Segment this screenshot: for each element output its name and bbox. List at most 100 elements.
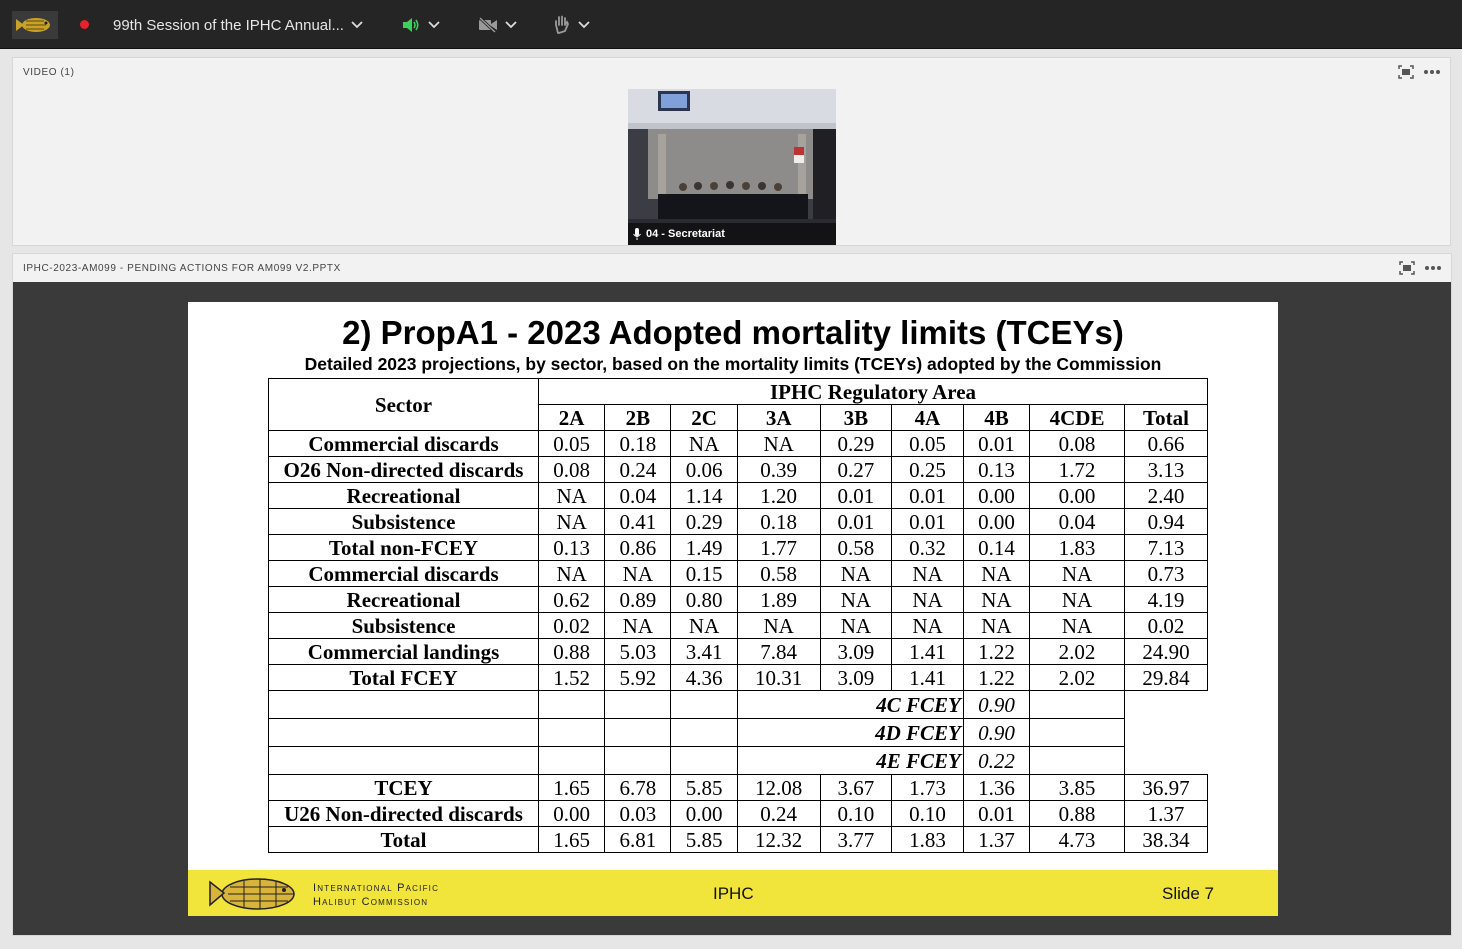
slide-footer: International Pacific Halibut Commission…: [188, 870, 1278, 916]
fullscreen-icon[interactable]: [1398, 65, 1414, 79]
recording-indicator-icon: [80, 20, 89, 29]
column-header: 4B: [962, 404, 1031, 431]
fcey-value: 0.22: [962, 746, 1031, 775]
table-cell: 0.01: [891, 482, 964, 509]
speaker-icon: [403, 18, 419, 32]
fullscreen-icon[interactable]: [1399, 261, 1415, 275]
table-cell: 0.05: [891, 430, 964, 457]
halibut-logo-icon[interactable]: [12, 11, 58, 39]
more-options-icon[interactable]: [1425, 265, 1441, 271]
table-cell: 2.02: [1029, 664, 1126, 691]
raise-hand-button[interactable]: [553, 14, 590, 36]
table-cell: 0.02: [537, 612, 606, 639]
table-cell: 3.67: [819, 774, 893, 801]
table-row: Subsistence NA 0.41 0.29 0.18 0.01 0.01 0.00 0.0…: [268, 508, 1208, 535]
table-cell: 0.73: [1124, 560, 1208, 587]
table-cell: 0.13: [537, 534, 606, 561]
table-cell: 1.41: [891, 638, 964, 665]
column-header: 2B: [604, 404, 672, 431]
table-cell: 3.77: [819, 826, 893, 853]
table-cell: 5.85: [670, 774, 738, 801]
table-cell: NA: [670, 612, 738, 639]
table-cell: 1.89: [736, 586, 821, 613]
fcey-subrow: 4C FCEY 0.90: [268, 690, 1208, 719]
table-cell: 0.04: [1029, 508, 1126, 535]
sector-label: Subsistence: [268, 508, 539, 535]
table-cell: 0.18: [604, 430, 672, 457]
chevron-down-icon: [351, 21, 363, 29]
table-cell: 1.83: [1029, 534, 1126, 561]
column-header: 4CDE: [1029, 404, 1126, 431]
sector-label: Recreational: [268, 586, 539, 613]
table-cell: 1.65: [537, 826, 606, 853]
empty-cell: [1029, 690, 1126, 719]
table-cell: 0.24: [604, 456, 672, 483]
microphone-icon: [633, 228, 641, 240]
table-cell: 0.08: [537, 456, 606, 483]
table-cell: 0.88: [537, 638, 606, 665]
table-cell: 0.00: [537, 800, 606, 827]
share-panel-label: IPHC-2023-AM099 - PENDING ACTIONS FOR AM…: [23, 263, 341, 274]
table-cell: 5.03: [604, 638, 672, 665]
table-cell: 1.14: [670, 482, 738, 509]
table-cell: 1.52: [537, 664, 606, 691]
table-cell: 38.34: [1124, 826, 1208, 853]
footer-center-text: IPHC: [713, 884, 754, 903]
empty-cell: [604, 746, 672, 775]
fcey-subrow: 4E FCEY 0.22: [268, 746, 1208, 775]
table-cell: 29.84: [1124, 664, 1208, 691]
share-panel-tools: [1399, 261, 1441, 275]
table-cell: 36.97: [1124, 774, 1208, 801]
table-cell: 4.19: [1124, 586, 1208, 613]
camera-off-icon: [478, 17, 497, 33]
table-cell: 6.78: [604, 774, 672, 801]
fcey-label: 4E FCEY: [820, 746, 964, 775]
table-cell: 0.01: [962, 800, 1031, 827]
empty-cell: [604, 718, 672, 747]
table-cell: NA: [891, 612, 964, 639]
empty-cell: [1029, 718, 1126, 747]
top-bar: 99th Session of the IPHC Annual...: [0, 0, 1462, 49]
meeting-title-dropdown[interactable]: 99th Session of the IPHC Annual...: [113, 14, 363, 36]
table-cell: 1.41: [891, 664, 964, 691]
table-cell: 0.62: [537, 586, 606, 613]
table-cell: 0.01: [819, 508, 893, 535]
table-cell: NA: [670, 430, 738, 457]
table-cell: NA: [604, 560, 672, 587]
table-cell: 7.13: [1124, 534, 1208, 561]
table-cell: 0.00: [962, 482, 1031, 509]
table-row: O26 Non-directed discards 0.08 0.24 0.06 0.3…: [268, 456, 1208, 483]
table-cell: 0.27: [819, 456, 893, 483]
table-cell: 0.06: [670, 456, 738, 483]
table-cell: 5.92: [604, 664, 672, 691]
table-cell: 0.00: [670, 800, 738, 827]
table-cell: 0.15: [670, 560, 738, 587]
table-cell: NA: [537, 560, 606, 587]
table-cell: 3.41: [670, 638, 738, 665]
sector-label: U26 Non-directed discards: [268, 800, 539, 827]
presentation-slide: 2) PropA1 - 2023 Adopted mortality limit…: [188, 302, 1278, 916]
camera-button[interactable]: [478, 14, 517, 36]
column-header: 3B: [819, 404, 893, 431]
participant-video-tile[interactable]: 04 - Secretariat: [628, 89, 836, 245]
fcey-label: 4D FCEY: [820, 718, 964, 747]
table-cell: NA: [1029, 560, 1126, 587]
table-cell: 1.20: [736, 482, 821, 509]
conference-room-video: [628, 89, 836, 245]
sector-label: Total non-FCEY: [268, 534, 539, 561]
slide-subtitle: Detailed 2023 projections, by sector, ba…: [304, 354, 1162, 374]
sector-header: Sector: [268, 378, 539, 431]
table-cell: 0.41: [604, 508, 672, 535]
column-header: 4A: [891, 404, 964, 431]
table-cell: 1.77: [736, 534, 821, 561]
table-cell: 0.88: [1029, 800, 1126, 827]
table-cell: 3.85: [1029, 774, 1126, 801]
table-cell: 0.01: [891, 508, 964, 535]
audio-button[interactable]: [401, 14, 440, 36]
more-options-icon[interactable]: [1424, 69, 1440, 75]
table-cell: 1.72: [1029, 456, 1126, 483]
table-row: Commercial discards NA NA 0.15 0.58 NA NA NA NA 0…: [268, 560, 1208, 587]
fcey-value: 0.90: [962, 690, 1031, 719]
table-cell: 0.29: [819, 430, 893, 457]
empty-cell: [670, 690, 738, 719]
